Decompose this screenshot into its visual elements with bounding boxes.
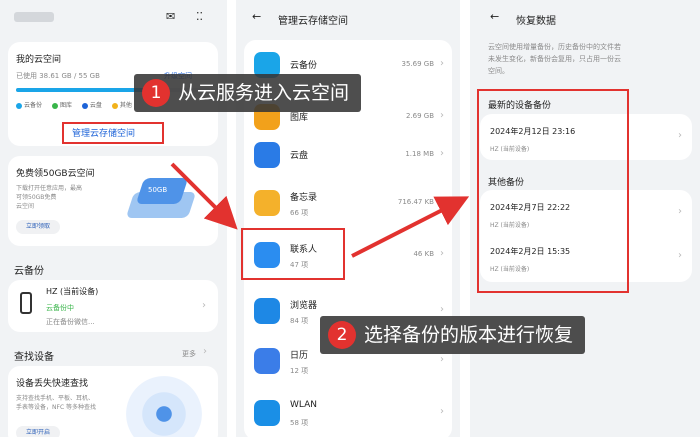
- backup-detail: 正在备份微信...: [46, 318, 95, 326]
- enable-find-button[interactable]: 立即开启: [16, 426, 60, 437]
- storage-item-count: 58 项: [290, 419, 309, 427]
- mail-icon[interactable]: ✉: [166, 10, 175, 23]
- storage-item-count: 66 项: [290, 209, 309, 217]
- promo-desc-2: 可领50GB免费: [16, 194, 57, 201]
- storage-item[interactable]: 备忘录 66 项 716.47 KB ›: [236, 182, 460, 234]
- more-grid-icon[interactable]: ⁚⁚: [196, 10, 203, 23]
- browser-icon: [254, 298, 280, 324]
- storage-item-count: 84 项: [290, 317, 309, 325]
- storage-item-name: 备忘录: [290, 193, 318, 203]
- chevron-right-icon: ›: [440, 58, 444, 69]
- step1-badge: 1: [142, 79, 170, 107]
- storage-item-size: 35.69 GB: [401, 60, 435, 68]
- storage-legend: 云备份 图库 云盘 其他: [16, 100, 132, 109]
- notes-icon: [254, 190, 280, 216]
- legend-gallery: 图库: [51, 102, 72, 109]
- restore-desc-3: 空间。: [488, 67, 509, 75]
- promo-desc-1: 下载打开任意应用，最高: [16, 185, 83, 192]
- claim-button[interactable]: 立即领取: [16, 220, 60, 234]
- chevron-right-icon: ›: [203, 346, 207, 357]
- chevron-right-icon: ›: [440, 304, 444, 315]
- legend-drive: 云盘: [81, 102, 102, 109]
- wlan-icon: [254, 400, 280, 426]
- find-title: 设备丢失快速查找: [16, 379, 89, 389]
- step2-badge: 2: [328, 321, 356, 349]
- storage-item-size: 1.18 MB: [405, 150, 434, 158]
- page-title: 管理云存储空间: [278, 16, 348, 27]
- restore-desc-1: 云空间使用增量备份，历史备份中的文件若: [488, 43, 621, 51]
- cloud-space-title: 我的云空间: [16, 55, 62, 65]
- chevron-right-icon: ›: [440, 148, 444, 159]
- chevron-right-icon: ›: [440, 248, 444, 259]
- step1-text: 从云服务进入云空间: [178, 82, 350, 104]
- find-more-link[interactable]: 更多: [182, 349, 196, 359]
- promo-desc-3: 云空间: [16, 203, 35, 210]
- chevron-right-icon: ›: [202, 300, 206, 311]
- blurred-account-name: [14, 12, 54, 22]
- storage-item-size: 716.47 KB: [397, 198, 434, 206]
- chevron-right-icon: ›: [678, 130, 682, 141]
- backup-status: 云备份中: [46, 304, 74, 312]
- chevron-right-icon: ›: [440, 196, 444, 207]
- promo-card: 免费领50GB云空间 下载打开任意应用，最高 可领50GB免费 云空间 立即领取…: [8, 156, 218, 246]
- radar-graphic: [126, 376, 202, 437]
- page-title: 恢复数据: [516, 16, 556, 27]
- storage-item-size: 2.69 GB: [405, 112, 434, 120]
- phone-icon: [20, 292, 32, 314]
- storage-item-count: 12 项: [290, 367, 309, 375]
- find-section-header: 查找设备: [14, 352, 54, 363]
- step2-text: 选择备份的版本进行恢复: [364, 324, 574, 346]
- storage-item-name: 浏览器: [290, 301, 318, 311]
- find-desc-1: 支持查找手机、平板、耳机、: [16, 395, 95, 402]
- storage-item-name: 云备份: [290, 61, 318, 71]
- cloud-drive-icon: [254, 142, 280, 168]
- cloud-home-panel: ✉ ⁚⁚ 我的云空间 已使用 38.61 GB / 55 GB 升级空间 云备份…: [0, 0, 227, 437]
- chevron-right-icon: ›: [440, 354, 444, 365]
- storage-item-name: 日历: [290, 351, 309, 361]
- device-name: HZ (当前设备): [46, 287, 99, 296]
- chevron-right-icon: ›: [678, 250, 682, 261]
- step2-callout: 2 选择备份的版本进行恢复: [320, 316, 586, 354]
- manage-storage-panel: ← 管理云存储空间 云备份 35.69 GB › 图库 2.69 GB › 云盘 1.18 M…: [236, 0, 460, 437]
- legend-backup: 云备份: [16, 102, 42, 109]
- storage-item-size: 46 KB: [413, 250, 434, 258]
- back-arrow-icon[interactable]: ←: [252, 10, 261, 23]
- highlight-backup-versions: [477, 89, 629, 293]
- cloud-gift-graphic: 50GB: [125, 174, 198, 220]
- find-desc-2: 手表等设备，NFC 等多种查找: [16, 404, 97, 411]
- highlight-contacts: [241, 228, 345, 280]
- chevron-right-icon: ›: [440, 110, 444, 121]
- storage-item-name: 云盘: [290, 151, 309, 161]
- storage-used-text: 已使用 38.61 GB / 55 GB: [16, 72, 100, 80]
- highlight-manage-storage: [62, 122, 164, 144]
- backup-section-header: 云备份: [14, 266, 44, 277]
- device-backup-card[interactable]: HZ (当前设备) 云备份中 正在备份微信... ›: [8, 280, 218, 332]
- promo-title: 免费领50GB云空间: [16, 169, 95, 179]
- back-arrow-icon[interactable]: ←: [490, 10, 499, 23]
- storage-item[interactable]: 云盘 1.18 MB ›: [236, 134, 460, 186]
- legend-other: 其他: [111, 102, 132, 109]
- calendar-icon: [254, 348, 280, 374]
- find-device-card: 设备丢失快速查找 支持查找手机、平板、耳机、 手表等设备，NFC 等多种查找 立…: [8, 366, 218, 437]
- step1-callout: 1 从云服务进入云空间: [134, 74, 362, 112]
- restore-desc-2: 未发生变化，新备份会复用，只占用一份云: [488, 55, 621, 63]
- chevron-right-icon: ›: [440, 406, 444, 417]
- storage-item[interactable]: WLAN 58 项 ›: [236, 392, 460, 437]
- storage-item-name: WLAN: [290, 400, 318, 410]
- chevron-right-icon: ›: [678, 206, 682, 217]
